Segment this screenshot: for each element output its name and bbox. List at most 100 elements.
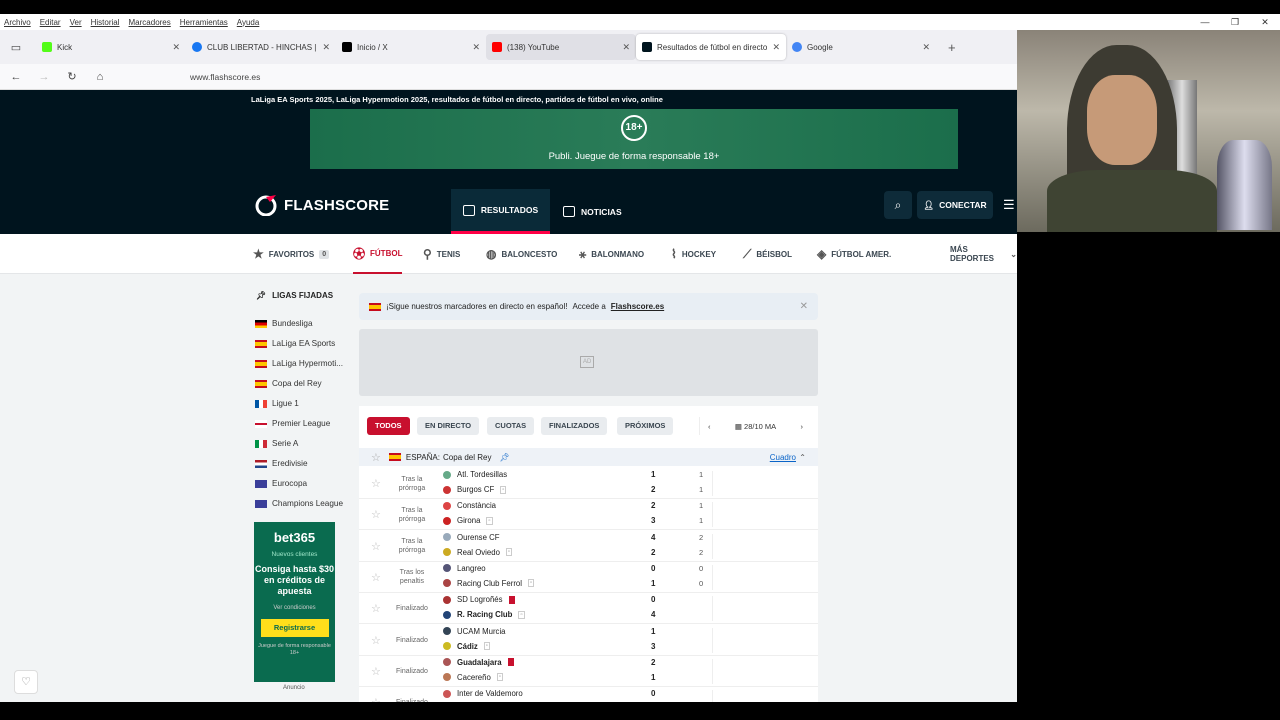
chevron-right-icon[interactable]: ›: [801, 422, 804, 431]
chevron-up-icon[interactable]: ⌃: [799, 453, 806, 462]
match-row[interactable]: ☆ Tras la prórroga Atl. Tordesillas Burgos …: [359, 468, 818, 499]
star-icon[interactable]: ☆: [371, 602, 381, 615]
league-serie-a[interactable]: Serie A: [255, 439, 298, 448]
close-tab-icon[interactable]: ✕: [922, 42, 930, 53]
ad-conditions[interactable]: Ver condiciones: [254, 605, 335, 611]
chevron-left-icon[interactable]: ‹: [708, 422, 711, 431]
restore-icon[interactable]: ❐: [1220, 17, 1250, 28]
tab-youtube[interactable]: (138) YouTube ✕: [486, 34, 636, 60]
close-tab-icon[interactable]: ✕: [322, 42, 330, 53]
filter-finalizados[interactable]: FINALIZADOS: [541, 417, 608, 435]
cuadro-link[interactable]: Cuadro: [770, 453, 796, 462]
date-picker[interactable]: ‹ ▦ 28/10 MA ›: [699, 417, 811, 435]
spain-flag-icon: [369, 302, 381, 311]
menu-icon[interactable]: ☰: [1003, 191, 1017, 219]
sport-mas-deportes[interactable]: MÁS DEPORTES ⌄: [950, 234, 1017, 274]
france-flag-icon: [255, 399, 267, 408]
star-icon[interactable]: ☆: [371, 540, 381, 553]
forward-icon[interactable]: →: [32, 71, 56, 83]
shield-icon[interactable]: ♡: [14, 670, 38, 694]
close-tab-icon[interactable]: ✕: [772, 42, 780, 53]
star-icon[interactable]: ☆: [371, 634, 381, 647]
match-row[interactable]: ☆ Finalizado Guadalajara Cacereño ▫ 2 1: [359, 656, 818, 687]
league-laliga-hypermotion[interactable]: LaLiga Hypermoti...: [255, 359, 343, 368]
match-status: Tras la prórroga: [398, 506, 426, 523]
menu-herramientas[interactable]: Herramientas: [180, 18, 228, 27]
sport-baloncesto[interactable]: ◍ BALONCESTO: [486, 234, 557, 274]
nav-resultados[interactable]: RESULTADOS: [451, 189, 550, 234]
sport-futbol-americano[interactable]: ◈ FÚTBOL AMER.: [817, 234, 891, 274]
star-icon[interactable]: ☆: [371, 571, 381, 584]
filter-cuotas[interactable]: CUOTAS: [487, 417, 535, 435]
pin-icon: 📌︎: [256, 291, 267, 300]
star-icon[interactable]: ☆: [371, 451, 381, 464]
away-team: R. Racing Club ▫: [443, 610, 525, 619]
tab-kick[interactable]: Kick ✕: [36, 34, 186, 60]
menu-editar[interactable]: Editar: [40, 18, 61, 27]
match-row[interactable]: ☆FinalizadoInter de Valdemoro▫0: [359, 687, 818, 702]
tab-facebook[interactable]: CLUB LIBERTAD - HINCHAS | Fa ✕: [186, 34, 336, 60]
match-row[interactable]: ☆ Finalizado SD Logroñés R. Racing Club ▫ 0 4: [359, 593, 818, 625]
minimize-icon[interactable]: —: [1190, 17, 1220, 27]
new-tab-icon[interactable]: +: [948, 40, 956, 55]
ad-banner[interactable]: 18+ Publi. Juegue de forma responsable 1…: [310, 109, 958, 169]
league-eredivisie[interactable]: Eredivisie: [255, 459, 308, 468]
sport-favoritos[interactable]: ★ FAVORITOS 0: [253, 234, 330, 274]
league-laliga-ea[interactable]: LaLiga EA Sports: [255, 339, 335, 348]
address-input[interactable]: www.flashscore.es: [190, 72, 260, 82]
sport-tenis[interactable]: ⚲ TENIS: [423, 234, 460, 274]
reload-icon[interactable]: ↻: [60, 70, 84, 83]
flashscore-logo[interactable]: FLASHSCORE: [254, 194, 389, 216]
league-copa-del-rey[interactable]: Copa del Rey: [255, 379, 322, 388]
menu-ayuda[interactable]: Ayuda: [237, 18, 260, 27]
match-row[interactable]: ☆ Finalizado UCAM Murcia Cádiz ▫ 1 3: [359, 625, 818, 656]
youtube-icon: [492, 42, 502, 52]
black-area: [1017, 232, 1280, 702]
soccer-ball-icon: ⚽︎: [353, 246, 366, 261]
search-button[interactable]: ⌕: [884, 191, 912, 219]
flashscore-es-link[interactable]: Flashscore.es: [611, 302, 664, 311]
back-icon[interactable]: ←: [4, 71, 28, 83]
home-score: 0: [651, 563, 656, 573]
league-ligue-1[interactable]: Ligue 1: [255, 399, 299, 408]
nav-noticias[interactable]: NOTICIAS: [563, 189, 622, 234]
filter-en-directo[interactable]: EN DIRECTO: [417, 417, 480, 435]
league-premier[interactable]: Premier League: [255, 419, 330, 428]
menu-ver[interactable]: Ver: [70, 18, 82, 27]
away-score: 1: [651, 578, 656, 588]
sport-futbol[interactable]: ⚽︎ FÚTBOL: [353, 234, 403, 274]
menu-archivo[interactable]: Archivo: [4, 18, 31, 27]
match-row[interactable]: ☆ Tras la prórroga Constància Girona ▫ 2 3 1 1: [359, 499, 818, 531]
sport-hockey[interactable]: ⌇ HOCKEY: [671, 234, 716, 274]
league-bundesliga[interactable]: Bundesliga: [255, 319, 313, 328]
login-button[interactable]: 👤︎ CONECTAR: [917, 191, 993, 219]
home-icon[interactable]: ⌂: [88, 71, 112, 83]
close-tab-icon[interactable]: ✕: [622, 42, 630, 53]
sport-balonmano[interactable]: ⚹ BALONMANO: [579, 234, 644, 274]
sport-beisbol[interactable]: ⟋ BÉISBOL: [743, 234, 792, 274]
pin-icon[interactable]: 📌︎: [499, 453, 509, 462]
menu-historial[interactable]: Historial: [91, 18, 120, 27]
filter-proximos[interactable]: PRÓXIMOS: [617, 417, 674, 435]
bet365-ad[interactable]: bet365 Nuevos clientes Consiga hasta $30…: [254, 522, 335, 682]
match-row[interactable]: ☆ Tras los penaltis Langreo Racing Club Fer…: [359, 562, 818, 593]
star-icon[interactable]: ☆: [371, 477, 381, 490]
match-row[interactable]: ☆ Tras la prórroga Ourense CF Real Oviedo ▫ 4…: [359, 531, 818, 562]
close-icon[interactable]: ✕: [800, 301, 808, 312]
close-window-icon[interactable]: ✕: [1250, 17, 1280, 28]
home-score: 0: [651, 689, 656, 699]
close-tab-icon[interactable]: ✕: [472, 42, 480, 53]
tab-list-icon[interactable]: ▭: [4, 41, 28, 54]
filter-todos[interactable]: TODOS: [367, 417, 410, 435]
tab-flashscore[interactable]: Resultados de fútbol en directo ✕: [636, 34, 786, 60]
star-icon[interactable]: ☆: [371, 508, 381, 521]
tab-x[interactable]: Inicio / X ✕: [336, 34, 486, 60]
league-eurocopa[interactable]: Eurocopa: [255, 479, 307, 488]
star-icon[interactable]: ☆: [371, 665, 381, 678]
tab-google[interactable]: Google ✕: [786, 34, 936, 60]
menu-marcadores[interactable]: Marcadores: [129, 18, 171, 27]
register-button[interactable]: Registrarse: [260, 619, 329, 637]
league-champions[interactable]: Champions League: [255, 499, 343, 508]
close-tab-icon[interactable]: ✕: [172, 42, 180, 53]
league-header[interactable]: ☆ ESPAÑA: Copa del Rey 📌︎ Cuadro ⌃: [359, 448, 818, 466]
